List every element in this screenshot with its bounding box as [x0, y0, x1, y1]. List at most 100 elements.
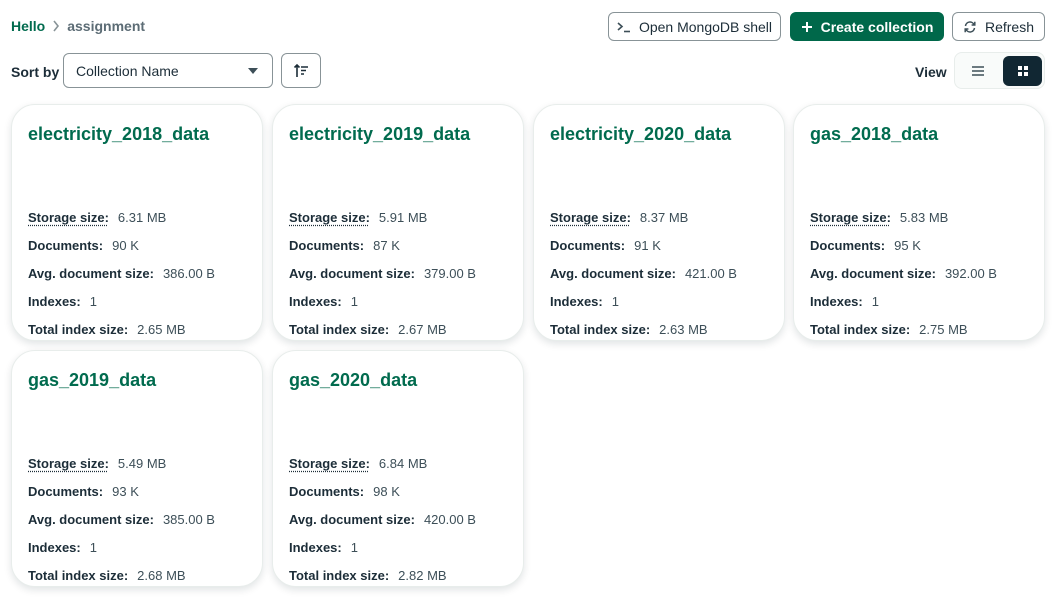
collection-stats: Storage size: 5.49 MB Documents: 93 K Avg.…	[28, 449, 246, 589]
total-index-size-label: Total index size:	[28, 567, 129, 583]
collection-name[interactable]: gas_2019_data	[28, 368, 246, 392]
storage-size-label: Storage size:	[289, 455, 370, 471]
storage-size-value: 6.84 MB	[378, 455, 428, 471]
avg-document-size-label: Avg. document size:	[289, 511, 415, 527]
sort-select[interactable]: Collection Name	[63, 53, 273, 88]
breadcrumb: Hello assignment	[11, 18, 145, 34]
collection-stats: Storage size: 5.91 MB Documents: 87 K Avg.…	[289, 203, 507, 343]
total-index-size-value: 2.63 MB	[659, 321, 708, 337]
storage-size-label: Storage size:	[289, 209, 370, 225]
collection-stats: Storage size: 6.31 MB Documents: 90 K Avg.…	[28, 203, 246, 343]
refresh-icon	[963, 20, 977, 34]
list-view-button[interactable]	[958, 56, 997, 86]
collection-card[interactable]: electricity_2018_data Storage size: 6.31 …	[11, 104, 263, 341]
breadcrumb-root[interactable]: Hello	[11, 18, 45, 34]
sort-direction-button[interactable]	[281, 53, 321, 88]
avg-document-size-value: 420.00 B	[423, 511, 476, 527]
documents-label: Documents:	[28, 483, 104, 499]
indexes-value: 1	[89, 293, 97, 309]
avg-document-size-label: Avg. document size:	[28, 511, 154, 527]
collection-card[interactable]: electricity_2020_data Storage size: 8.37 …	[533, 104, 785, 341]
total-index-size-label: Total index size:	[289, 321, 390, 337]
documents-value: 87 K	[373, 237, 400, 253]
avg-document-size-value: 386.00 B	[162, 265, 215, 281]
avg-document-size-label: Avg. document size:	[810, 265, 936, 281]
storage-size-label: Storage size:	[550, 209, 631, 225]
indexes-value: 1	[89, 539, 97, 555]
view-toggle	[954, 52, 1045, 89]
avg-document-size-value: 392.00 B	[944, 265, 997, 281]
sort-direction-icon	[293, 63, 309, 79]
collection-name[interactable]: gas_2020_data	[289, 368, 507, 392]
collection-card[interactable]: gas_2019_data Storage size: 5.49 MB Docum…	[11, 350, 263, 587]
storage-size-value: 8.37 MB	[639, 209, 689, 225]
indexes-label: Indexes:	[810, 293, 863, 309]
collection-name[interactable]: gas_2018_data	[810, 122, 1028, 146]
documents-value: 95 K	[894, 237, 921, 253]
storage-size-value: 5.83 MB	[899, 209, 949, 225]
refresh-label: Refresh	[984, 18, 1035, 35]
indexes-value: 1	[871, 293, 879, 309]
create-collection-button[interactable]: Create collection	[790, 12, 944, 41]
view-label: View	[915, 64, 947, 80]
collection-stats: Storage size: 8.37 MB Documents: 91 K Avg.…	[550, 203, 768, 343]
sort-select-value: Collection Name	[76, 62, 179, 79]
collection-name[interactable]: electricity_2019_data	[289, 122, 507, 146]
documents-label: Documents:	[810, 237, 886, 253]
avg-document-size-label: Avg. document size:	[550, 265, 676, 281]
storage-size-label: Storage size:	[810, 209, 891, 225]
total-index-size-value: 2.82 MB	[398, 567, 447, 583]
documents-label: Documents:	[28, 237, 104, 253]
total-index-size-value: 2.65 MB	[137, 321, 186, 337]
indexes-label: Indexes:	[28, 293, 81, 309]
avg-document-size-value: 379.00 B	[423, 265, 476, 281]
list-view-icon	[971, 65, 985, 77]
storage-size-label: Storage size:	[28, 209, 109, 225]
total-index-size-value: 2.68 MB	[137, 567, 186, 583]
collection-stats: Storage size: 5.83 MB Documents: 95 K Avg.…	[810, 203, 1028, 343]
plus-icon	[801, 21, 813, 33]
collection-card[interactable]: electricity_2019_data Storage size: 5.91 …	[272, 104, 524, 341]
sort-label: Sort by	[11, 64, 60, 80]
documents-label: Documents:	[550, 237, 626, 253]
indexes-value: 1	[350, 539, 358, 555]
caret-down-icon	[248, 68, 258, 74]
documents-value: 93 K	[112, 483, 139, 499]
total-index-size-label: Total index size:	[28, 321, 129, 337]
documents-label: Documents:	[289, 483, 365, 499]
indexes-value: 1	[611, 293, 619, 309]
avg-document-size-label: Avg. document size:	[28, 265, 154, 281]
open-shell-label: Open MongoDB shell	[638, 18, 773, 35]
grid-view-icon	[1017, 65, 1029, 77]
collection-card[interactable]: gas_2020_data Storage size: 6.84 MB Docum…	[272, 350, 524, 587]
documents-value: 90 K	[112, 237, 139, 253]
top-bar: Hello assignment Open MongoDB shell Crea…	[0, 0, 1061, 52]
documents-value: 98 K	[373, 483, 400, 499]
indexes-label: Indexes:	[289, 293, 342, 309]
avg-document-size-label: Avg. document size:	[289, 265, 415, 281]
collection-stats: Storage size: 6.84 MB Documents: 98 K Avg.…	[289, 449, 507, 589]
create-collection-label: Create collection	[820, 18, 934, 35]
collection-name[interactable]: electricity_2018_data	[28, 122, 246, 146]
grid-view-button[interactable]	[1003, 56, 1042, 86]
total-index-size-label: Total index size:	[810, 321, 911, 337]
storage-size-label: Storage size:	[28, 455, 109, 471]
indexes-label: Indexes:	[289, 539, 342, 555]
indexes-label: Indexes:	[550, 293, 603, 309]
documents-value: 91 K	[634, 237, 661, 253]
documents-label: Documents:	[289, 237, 365, 253]
refresh-button[interactable]: Refresh	[952, 12, 1045, 41]
breadcrumb-current: assignment	[67, 18, 146, 34]
total-index-size-label: Total index size:	[550, 321, 651, 337]
avg-document-size-value: 385.00 B	[162, 511, 215, 527]
open-shell-button[interactable]: Open MongoDB shell	[608, 12, 781, 41]
shell-icon	[617, 21, 631, 33]
storage-size-value: 5.91 MB	[378, 209, 428, 225]
avg-document-size-value: 421.00 B	[684, 265, 737, 281]
storage-size-value: 5.49 MB	[117, 455, 167, 471]
indexes-value: 1	[350, 293, 358, 309]
chevron-right-icon	[52, 20, 60, 32]
total-index-size-value: 2.75 MB	[919, 321, 968, 337]
collection-name[interactable]: electricity_2020_data	[550, 122, 768, 146]
collection-card[interactable]: gas_2018_data Storage size: 5.83 MB Docum…	[793, 104, 1045, 341]
